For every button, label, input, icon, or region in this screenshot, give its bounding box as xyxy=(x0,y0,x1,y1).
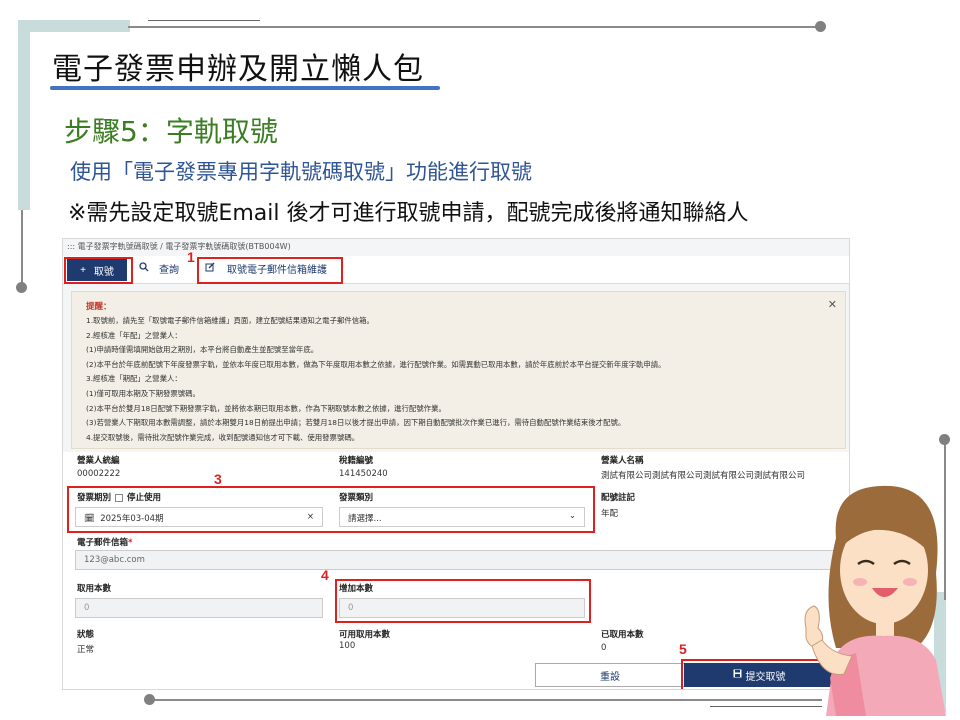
step-title: 步驟5：字軌取號 xyxy=(64,115,278,148)
top-rule xyxy=(128,26,818,28)
notice-line: 4.提交取號後，需待批次配號作業完成，收到配號通知信才可下載、使用發票號碼。 xyxy=(86,432,360,442)
status-value: 正常 xyxy=(77,645,95,655)
step-marker-1: 1 xyxy=(187,249,195,265)
notice-line: 2.經核准「年配」之營業人： xyxy=(86,330,182,340)
step-description: 使用「電子發票專用字軌號碼取號」功能進行取號 xyxy=(70,160,532,184)
bottom-rule xyxy=(150,699,822,701)
email-label: 電子郵件信箱* xyxy=(77,536,132,548)
title-underline xyxy=(50,86,440,90)
business-name-value: 測試有限公司測試有限公司測試有限公司測試有限公司 xyxy=(601,471,806,481)
search-icon xyxy=(139,262,149,275)
top-rule-dot xyxy=(815,21,826,32)
notice-line: 1.取號前，請先至「取號電子郵件信箱維護」頁面，建立配號結果通知之電子郵件信箱。 xyxy=(86,316,374,325)
allocation-note-label: 配號註記 xyxy=(601,493,636,503)
left-vertical-rule xyxy=(21,210,23,286)
used-count-label: 取用本數 xyxy=(77,584,112,594)
query-button[interactable]: 查詢 xyxy=(139,261,179,276)
right-rule-dot xyxy=(939,434,950,445)
highlight-get-number xyxy=(64,257,133,284)
available-count-value: 100 xyxy=(339,641,356,651)
tax-reg-label: 稅籍編號 xyxy=(339,456,374,466)
step-marker-4: 4 xyxy=(321,567,329,583)
notice-heading: 提醒： xyxy=(86,302,112,312)
reset-button[interactable]: 重設 xyxy=(535,663,685,687)
allocation-note-value: 年配 xyxy=(601,509,619,519)
tax-reg-value: 141450240 xyxy=(339,469,388,479)
step-marker-5: 5 xyxy=(679,641,687,657)
top-short-rule xyxy=(148,20,260,21)
left-rule-dot xyxy=(16,282,27,293)
bottom-rule-dot xyxy=(144,694,155,705)
used-count-field[interactable]: 0 xyxy=(75,598,323,618)
highlight-maintain-email xyxy=(197,257,343,284)
notice-box: 提醒： ✕ 1.取號前，請先至「取號電子郵件信箱維護」頁面，建立配號結果通知之電… xyxy=(71,291,846,449)
notice-line: 3.經核准「期配」之營業人： xyxy=(86,374,182,384)
taxpayer-id-value: 00002222 xyxy=(77,469,121,479)
close-icon[interactable]: ✕ xyxy=(828,298,837,311)
status-label: 狀態 xyxy=(77,630,95,640)
notice-line: (2)本平台於雙月18日配號下期發票字軌，並將依本期已取用本數，作為下期取號本數… xyxy=(86,403,446,413)
notice-line: (3)若營業人下期取用本數需調整，請於本期雙月18日前提出申請；若雙月18日以後… xyxy=(86,418,626,428)
business-name-label: 營業人名稱 xyxy=(601,456,644,466)
step-note: ※需先設定取號Email 後才可進行取號申請，配號完成後將通知聯絡人 xyxy=(68,201,749,226)
highlight-period-type xyxy=(67,486,595,533)
toolbar: + 取號 查詢 取號電子郵件信箱維護 xyxy=(63,256,849,284)
email-label-text: 電子郵件信箱 xyxy=(77,538,129,548)
required-mark: * xyxy=(128,538,133,548)
cartoon-woman-illustration xyxy=(804,485,946,716)
taken-count-label: 已取用本數 xyxy=(601,630,644,640)
notice-line: (1)僅可取用本期及下期發票號碼。 xyxy=(86,388,200,398)
notice-line: (2)本平台於年底前配號下年度發票字軌，並依本年度已取用本數，做為下年度取用本數… xyxy=(86,359,666,369)
query-label: 查詢 xyxy=(159,265,179,276)
step-marker-3: 3 xyxy=(214,471,222,487)
app-screenshot: ::: 電子發票字軌號碼取號 / 電子發票字軌號碼取號(BTB004W) + 取… xyxy=(62,238,850,690)
email-field[interactable]: 123@abc.com xyxy=(75,550,845,570)
slide-title: 電子發票申辦及開立懶人包 xyxy=(52,52,424,87)
breadcrumb: ::: 電子發票字軌號碼取號 / 電子發票字軌號碼取號(BTB004W) xyxy=(67,242,291,251)
notice-lines: 1.取號前，請先至「取號電子郵件信箱維護」頁面，建立配號結果通知之電子郵件信箱。… xyxy=(86,314,666,445)
highlight-add-count xyxy=(335,579,591,623)
notice-line: (1)申請時僅需填開始啟用之期別，本平台將自動產生並配號至當年底。 xyxy=(86,345,319,355)
available-count-label: 可用取用本數 xyxy=(339,630,391,640)
taken-count-value: 0 xyxy=(601,643,607,653)
taxpayer-id-label: 營業人統編 xyxy=(77,456,120,466)
